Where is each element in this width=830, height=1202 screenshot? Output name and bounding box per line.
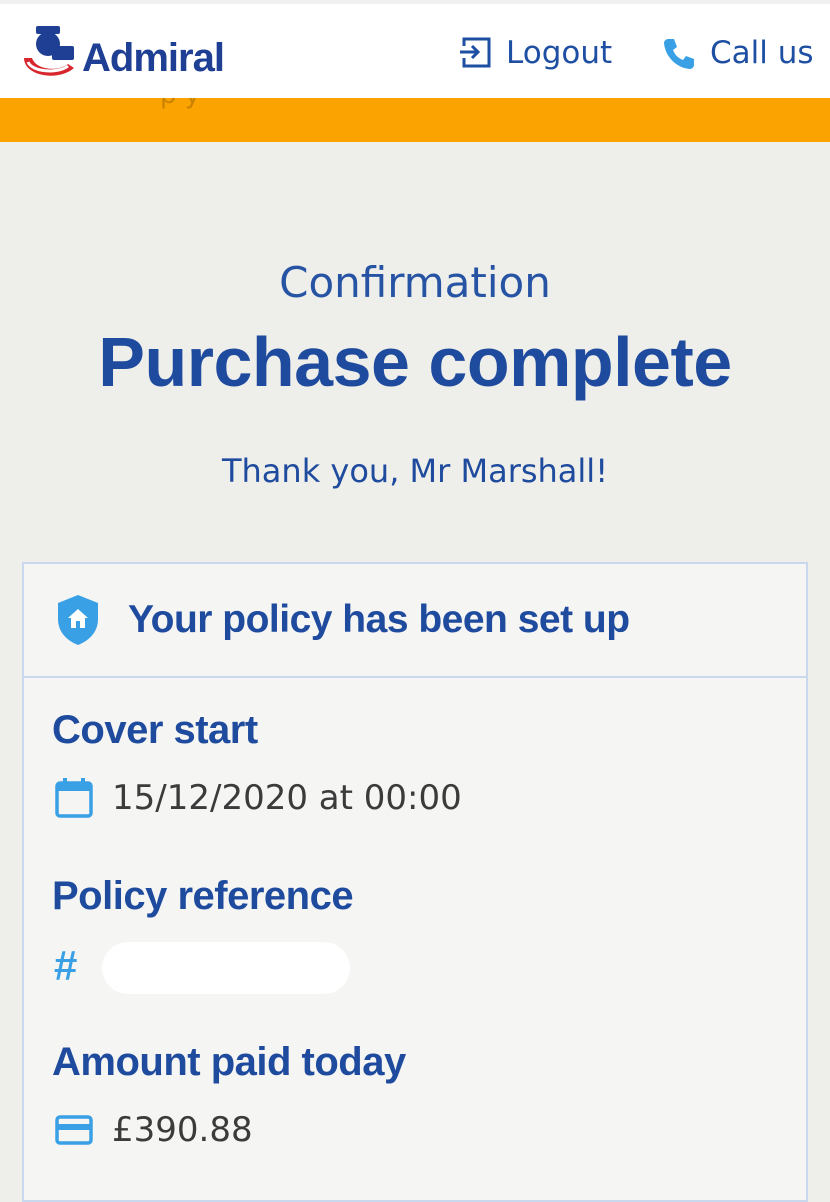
shield-home-icon bbox=[58, 595, 98, 645]
amount-paid-row: £390.88 bbox=[54, 1110, 253, 1150]
policy-reference-row: # bbox=[54, 942, 94, 990]
amount-paid-label: Amount paid today bbox=[52, 1040, 406, 1084]
card-header: Your policy has been set up bbox=[24, 564, 806, 678]
redacted-policy-number bbox=[102, 942, 350, 994]
admiral-logo[interactable]: Admiral bbox=[18, 18, 228, 88]
call-us-button[interactable]: Call us bbox=[662, 28, 814, 78]
card-title: Your policy has been set up bbox=[128, 598, 630, 641]
notification-banner: p y bbox=[0, 98, 830, 142]
thank-you-message: Thank you, Mr Marshall! bbox=[221, 452, 609, 490]
phone-icon bbox=[664, 39, 694, 69]
amount-paid-value: £390.88 bbox=[112, 1110, 253, 1150]
confirmation-kicker: Confirmation bbox=[279, 258, 551, 307]
hash-icon: # bbox=[54, 942, 78, 989]
cover-start-value: 15/12/2020 at 00:00 bbox=[112, 778, 462, 818]
cover-start-row: 15/12/2020 at 00:00 bbox=[54, 776, 462, 820]
policy-summary-card: Your policy has been set up Cover start … bbox=[22, 562, 808, 1202]
top-header: Admiral Logout Call us bbox=[0, 0, 830, 98]
policy-reference-label: Policy reference bbox=[52, 874, 354, 918]
cover-start-label: Cover start bbox=[52, 708, 258, 752]
brand-name: Admiral bbox=[82, 36, 225, 80]
admiral-logo-icon bbox=[24, 26, 74, 76]
logout-icon bbox=[460, 37, 491, 68]
logout-button[interactable]: Logout bbox=[458, 28, 612, 78]
banner-cut-text: p y bbox=[160, 98, 200, 110]
calendar-icon bbox=[55, 778, 93, 818]
logout-label: Logout bbox=[506, 35, 613, 71]
call-us-label: Call us bbox=[710, 35, 814, 71]
credit-card-icon bbox=[55, 1115, 93, 1145]
page-title: Purchase complete bbox=[98, 323, 732, 401]
